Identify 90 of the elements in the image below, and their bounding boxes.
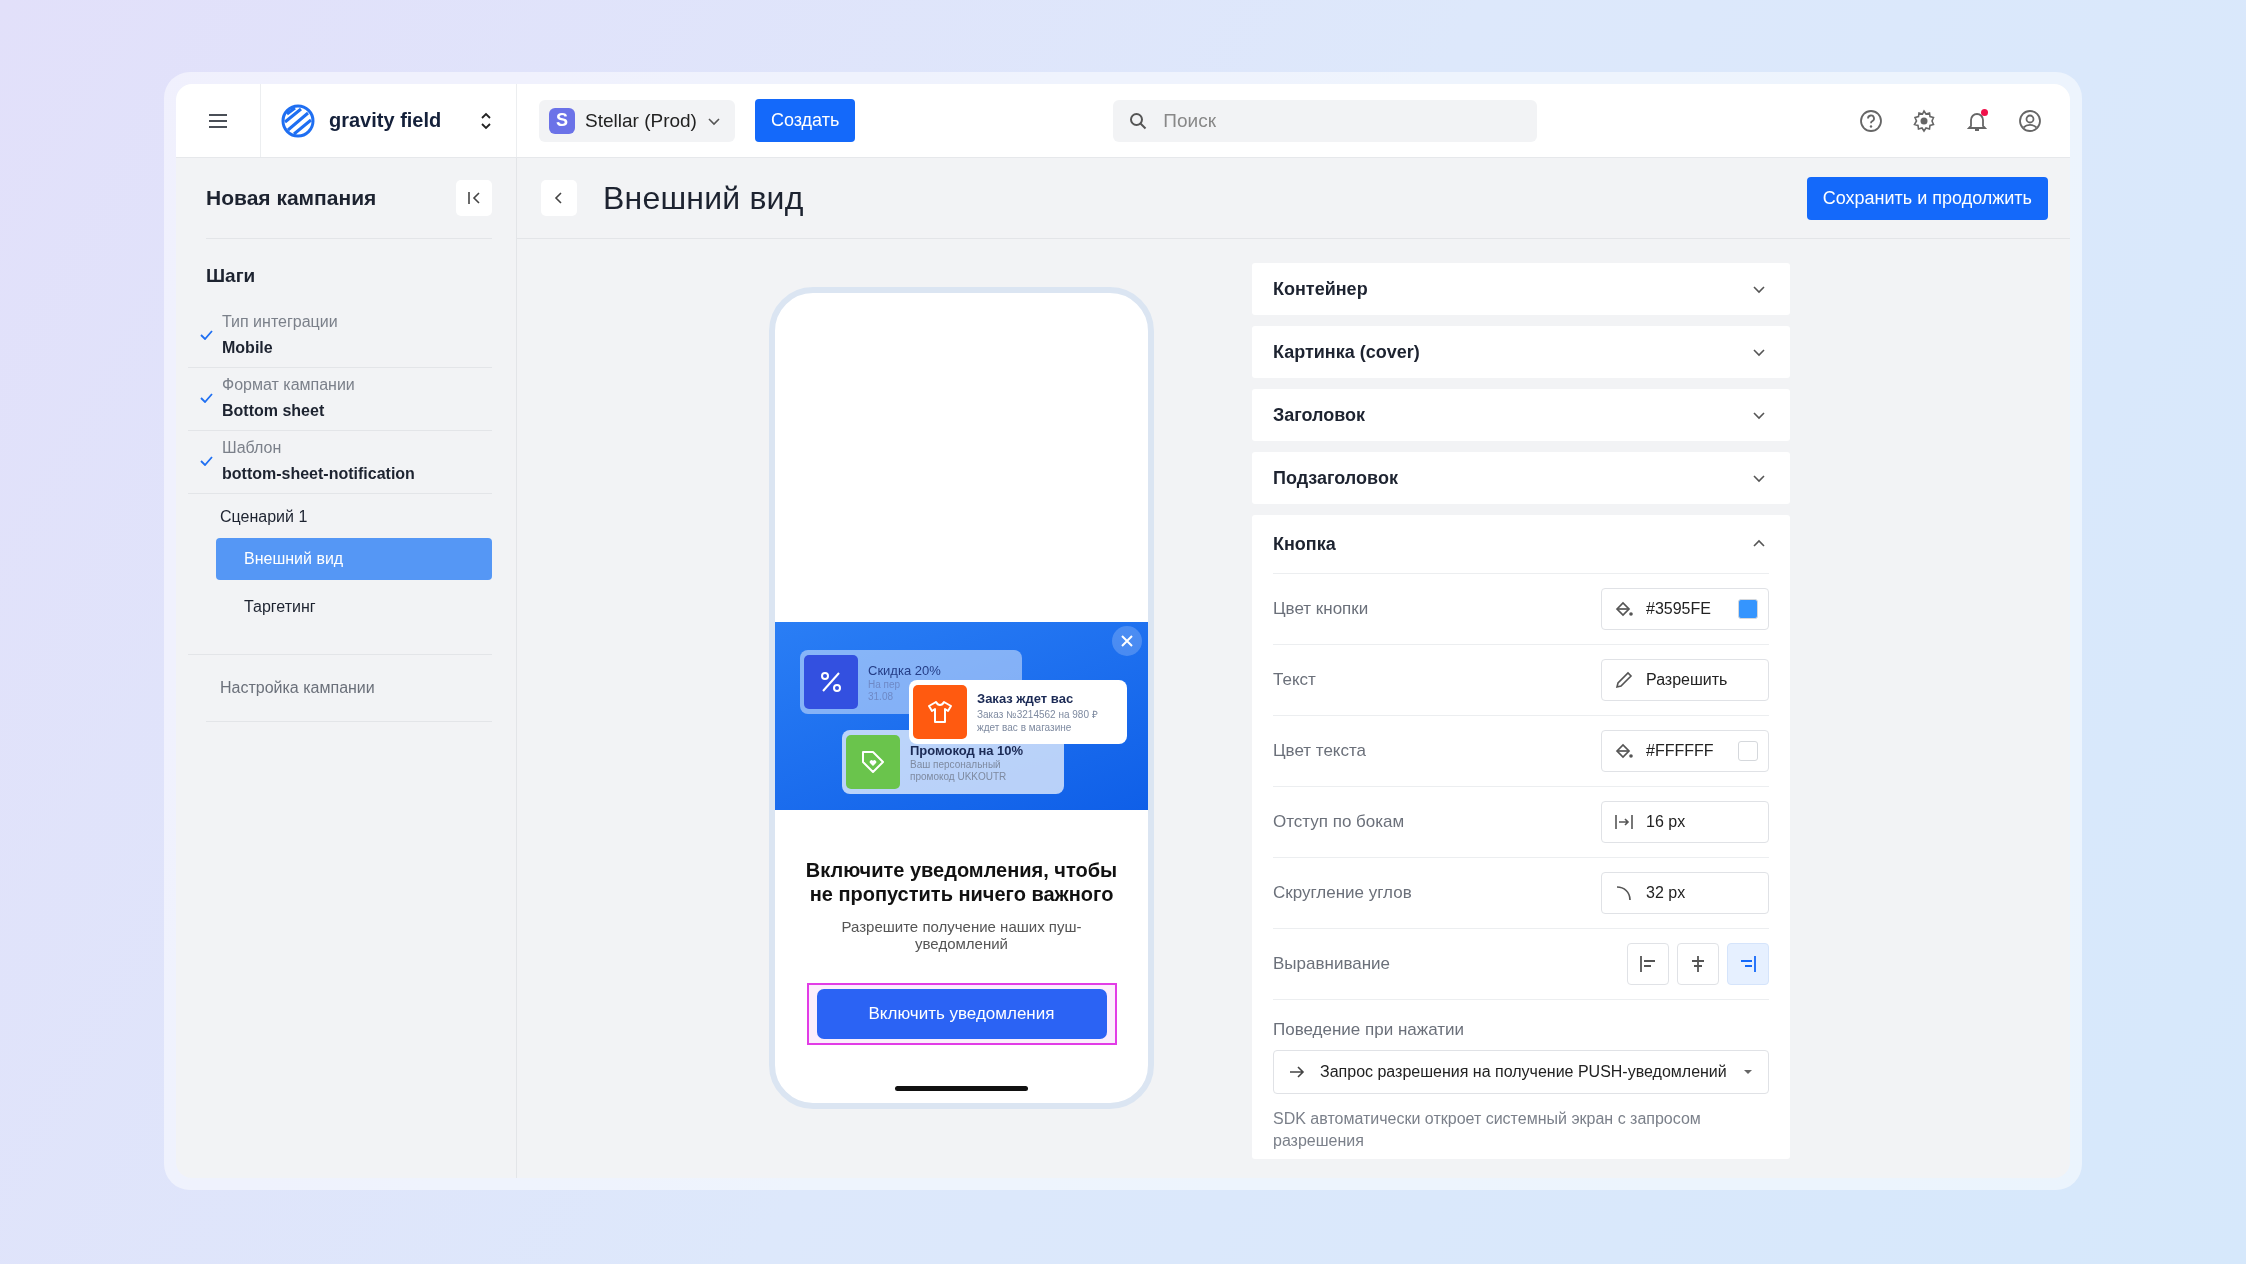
field-value: 32 px xyxy=(1646,884,1687,902)
field-value: 16 px xyxy=(1646,813,1687,831)
section-header[interactable]: Заголовок xyxy=(1252,389,1790,441)
preview-subtitle: Разрешите получение наших пуш-уведомлений xyxy=(840,918,1083,953)
scenario-step-item[interactable]: Таргетинг xyxy=(216,586,492,628)
color-field[interactable]: #FFFFFF xyxy=(1601,730,1769,772)
project-avatar: S xyxy=(549,107,575,134)
section-title: Картинка (cover) xyxy=(1273,341,1420,363)
field-label: Скругление углов xyxy=(1273,883,1412,903)
user-icon[interactable] xyxy=(2018,108,2042,133)
align-right-icon xyxy=(1739,955,1757,973)
close-icon[interactable] xyxy=(1112,626,1142,656)
arrow-right-icon xyxy=(1288,1064,1306,1080)
action-hint: SDK автоматически откроет системный экран с запросом разрешения xyxy=(1273,1109,1702,1152)
paint-bucket-icon xyxy=(1614,741,1634,761)
dropdown-value: Запрос разрешения на получение PUSH-уведомлений xyxy=(1320,1063,1728,1081)
card-text: ждет вас в магазине xyxy=(977,722,1073,733)
page-title: Внешний вид xyxy=(603,179,804,217)
chevron-down-icon xyxy=(706,115,721,126)
pencil-icon xyxy=(1614,670,1634,690)
create-button[interactable]: Создать xyxy=(754,99,856,142)
chevron-down-icon xyxy=(1752,347,1766,357)
field-value: #3595FE xyxy=(1646,600,1712,618)
padding-icon xyxy=(1614,812,1634,832)
align-left-icon xyxy=(1639,955,1657,973)
preview-heading: Включите уведомления, чтобы не пропустить ничего важного xyxy=(804,858,1119,906)
card-title: Заказ ждет вас xyxy=(977,691,1075,706)
field-value: Разрешить xyxy=(1646,671,1729,689)
up-down-chevron-icon[interactable] xyxy=(480,110,492,131)
chevron-down-icon xyxy=(1752,410,1766,420)
back-icon xyxy=(554,191,564,205)
search-field[interactable]: Поиск xyxy=(1113,99,1538,142)
scenario-label: Сценарий 1 xyxy=(220,508,309,526)
card-text: промокод UKKOUTR xyxy=(910,770,1008,782)
text-field[interactable]: Разрешить xyxy=(1601,659,1769,701)
color-field[interactable]: #3595FE xyxy=(1601,588,1769,630)
steps-heading: Шаги xyxy=(206,265,257,287)
t-shirt-icon xyxy=(927,700,953,724)
corner-radius-icon xyxy=(1614,883,1634,903)
settings-icon[interactable] xyxy=(1912,108,1936,133)
help-icon[interactable] xyxy=(1859,108,1883,133)
section-header[interactable]: Контейнер xyxy=(1252,263,1790,315)
campaign-title: Новая кампания xyxy=(206,186,377,210)
field-label: Цвет текста xyxy=(1273,741,1367,761)
step-item[interactable]: Тип интеграции Mobile xyxy=(188,305,492,368)
section-title: Кнопка xyxy=(1273,533,1336,555)
align-center-button[interactable] xyxy=(1677,943,1719,985)
section-header[interactable]: Картинка (cover) xyxy=(1252,326,1790,378)
price-tag-icon xyxy=(860,749,886,775)
action-dropdown[interactable]: Запрос разрешения на получение PUSH-уведомлений xyxy=(1273,1050,1769,1094)
collapse-sidebar-button[interactable] xyxy=(456,180,492,216)
step-item[interactable]: Формат кампании Bottom sheet xyxy=(188,368,492,431)
align-right-button[interactable] xyxy=(1727,943,1769,985)
section-title: Заголовок xyxy=(1273,404,1366,426)
enable-notifications-button[interactable]: Включить уведомления xyxy=(816,988,1107,1039)
back-button[interactable] xyxy=(541,180,577,216)
globe-logo-icon xyxy=(281,103,315,138)
field-label: Текст xyxy=(1273,670,1316,690)
collapse-icon xyxy=(466,190,482,206)
paint-bucket-icon xyxy=(1614,599,1634,619)
dropdown-caret-icon xyxy=(1742,1068,1754,1076)
corner-radius-field[interactable]: 32 px xyxy=(1601,872,1769,914)
chevron-up-icon xyxy=(1752,539,1766,549)
card-title: Промокод на 10% xyxy=(910,742,1024,758)
search-input[interactable]: Поиск xyxy=(1161,108,1522,133)
section-title: Контейнер xyxy=(1273,278,1368,300)
field-label: Отступ по бокам xyxy=(1273,812,1405,832)
field-label: Поведение при нажатии xyxy=(1273,1020,1465,1040)
brand-name: gravity field xyxy=(329,109,443,132)
section-header[interactable]: Подзаголовок xyxy=(1252,452,1790,504)
align-center-icon xyxy=(1689,955,1707,973)
field-label: Выравнивание xyxy=(1273,954,1391,974)
align-left-button[interactable] xyxy=(1627,943,1669,985)
field-value: #FFFFFF xyxy=(1646,742,1715,760)
section-title: Подзаголовок xyxy=(1273,467,1398,489)
card-text: Ваш персональный xyxy=(910,758,1002,770)
search-icon xyxy=(1129,111,1148,130)
field-label: Цвет кнопки xyxy=(1273,599,1369,619)
save-and-continue-button[interactable]: Сохранить и продолжить xyxy=(1806,176,2048,220)
percent-icon xyxy=(819,670,843,694)
section-header[interactable]: Кнопка xyxy=(1273,515,1769,574)
menu-icon[interactable] xyxy=(208,112,228,129)
chevron-down-icon xyxy=(1752,473,1766,483)
step-item[interactable]: Шаблон bottom-sheet-notification xyxy=(188,431,492,494)
chevron-down-icon xyxy=(1752,284,1766,294)
campaign-settings-item[interactable]: Настройка кампании xyxy=(206,655,492,722)
padding-field[interactable]: 16 px xyxy=(1601,801,1769,843)
card-title: Скидка 20% xyxy=(868,662,941,678)
project-selector[interactable]: S Stellar (Prod) xyxy=(539,99,735,142)
card-text: Заказ №3214562 на 980 ₽ xyxy=(977,708,1098,721)
